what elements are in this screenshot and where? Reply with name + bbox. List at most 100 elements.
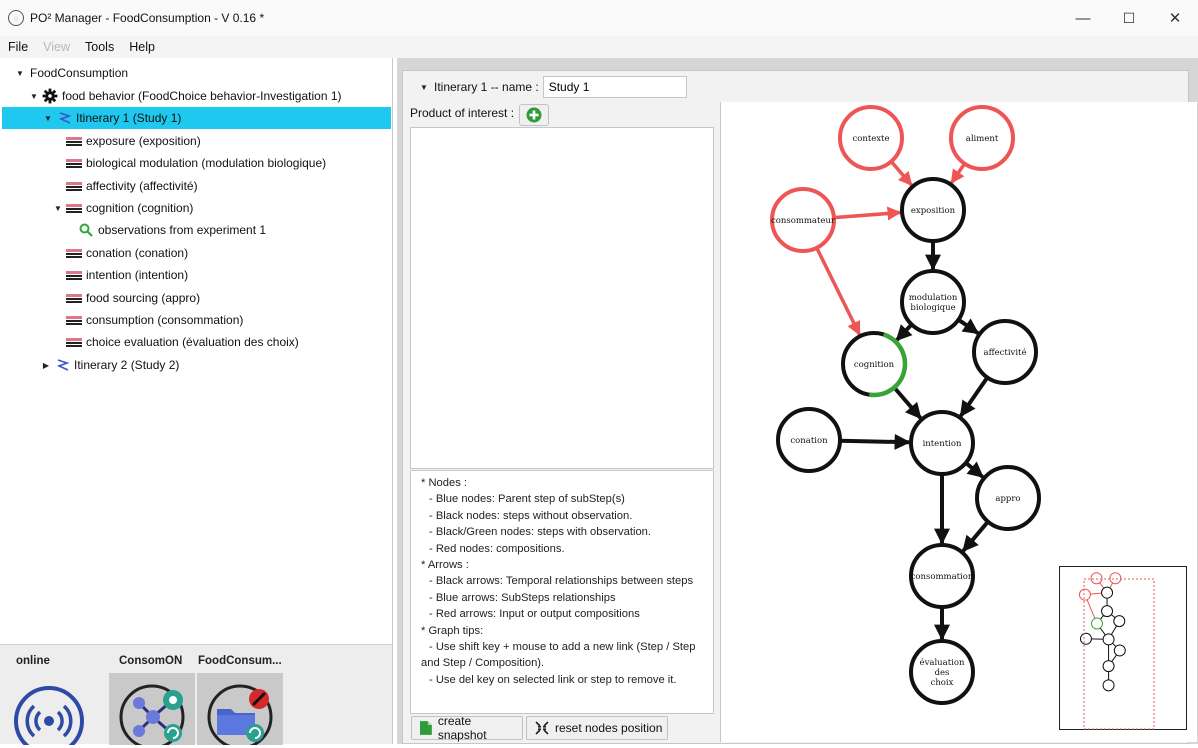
graph-edge-aliment-exposition[interactable] [950,162,967,184]
graph-node-label: aliment [966,134,999,144]
step-icon [66,181,82,191]
tree-itinerary-1[interactable]: ▼ Itinerary 1 (Study 1) [2,107,391,129]
tree-step-cognition[interactable]: ▼ cognition (cognition) [52,197,193,219]
tree-step-intention[interactable]: intention (intention) [66,264,188,286]
step-icon [66,158,82,168]
graph-edge-contexte-exposition[interactable] [889,160,913,187]
shrink-arrows-icon [535,721,549,735]
graph-node-affectivite[interactable]: affectivité [972,319,1038,385]
help-line: - Use del key on selected link or step t… [429,673,677,686]
menu-file[interactable]: File [8,40,28,54]
add-product-button[interactable] [519,104,549,126]
help-line: - Black arrows: Temporal relationships b… [429,575,694,588]
graph-edge-intention-appro[interactable] [964,461,984,479]
itinerary-name-input[interactable] [542,76,687,98]
graph-edge-modulation-affectivite[interactable] [957,318,980,335]
repo-online-button[interactable] [6,673,92,748]
expand-arrow-icon[interactable]: ▼ [418,83,430,92]
graph-node-cognition[interactable]: cognition [841,331,908,398]
expand-arrow-icon[interactable]: ▼ [28,92,40,101]
graph-node-modulation[interactable]: modulationbiologique [900,269,966,335]
graph-edge-affectivite-intention[interactable] [959,376,989,418]
reset-nodes-button[interactable]: reset nodes position [526,716,668,740]
minimap-node [1101,586,1114,599]
repo-consomon-button[interactable] [109,673,195,748]
graph-node-label: contexte [852,134,889,144]
product-of-interest-label: Product of interest : [410,106,515,120]
help-line: * Graph tips: [421,624,484,637]
tree-step-food-sourcing[interactable]: food sourcing (appro) [66,287,200,309]
graph-node-consommation[interactable]: consommation [909,543,975,609]
tree-step-choice-evaluation[interactable]: choice evaluation (évaluation des choix) [66,331,299,353]
minimap-canvas[interactable] [1060,567,1188,731]
help-line: and Step / Composition). [421,657,545,670]
menu-view[interactable]: View [43,40,70,54]
graph-edge-appro-consommation[interactable] [961,520,990,553]
step-icon [66,136,82,146]
graph-node-appro[interactable]: appro [975,465,1041,531]
graph-node-aliment[interactable]: aliment [949,105,1015,171]
graph-minimap[interactable] [1059,566,1187,730]
tree-step-affectivity[interactable]: affectivity (affectivité) [66,175,198,197]
itinerary-name-label: Itinerary 1 -- name : [434,80,539,94]
repo-foodconsumption-button[interactable] [197,673,283,748]
help-line: - Red arrows: Input or output compositio… [429,608,640,621]
help-line: - Use shift key + mouse to add a new lin… [429,641,696,654]
help-line: - Blue arrows: SubSteps relationships [429,591,616,604]
graph-node-label: des [935,668,950,678]
broadcast-icon [14,686,84,748]
product-list[interactable] [410,127,714,469]
minimap-node [1102,660,1115,673]
graph-node-conation[interactable]: conation [776,407,842,473]
maximize-button[interactable]: ☐ [1106,0,1152,36]
graph-node-label: biologique [910,303,955,313]
graph-node-intention[interactable]: intention [909,410,975,476]
step-icon [66,203,82,213]
step-icon [66,315,82,325]
graph-node-evaluation[interactable]: évaluationdeschoix [909,639,975,705]
step-icon [66,248,82,258]
tree-root-foodconsumption[interactable]: ▼ FoodConsumption [14,62,128,84]
tree-step-conation[interactable]: conation (conation) [66,242,188,264]
expand-arrow-icon[interactable]: ▼ [42,114,54,123]
help-line: - Black/Green nodes: steps with observat… [429,526,651,539]
repo-label-online: online [16,655,50,667]
tree-step-biological-modulation[interactable]: biological modulation (modulation biolog… [66,152,326,174]
minimize-button[interactable]: — [1060,0,1106,36]
graph-node-label: modulation [909,293,958,303]
tree-project-food-behavior[interactable]: ▼ food behavior (FoodChoice behavior-Inv… [28,85,342,107]
graph-edge-modulation-cognition[interactable] [895,323,914,342]
graph-node-exposition[interactable]: exposition [900,177,966,243]
tree-itinerary-2[interactable]: ▶ Itinerary 2 (Study 2) [40,354,179,376]
graph-node-consommateur[interactable]: consommateur [770,187,836,253]
tree-step-exposure[interactable]: exposure (exposition) [66,130,201,152]
help-line: - Black nodes: steps without observation… [429,509,633,522]
menu-help[interactable]: Help [129,40,155,54]
graph-edge-consommateur-cognition[interactable] [815,247,861,336]
repo-label-consomon: ConsomON [119,655,183,667]
graph-edge-cognition-intention[interactable] [892,386,922,420]
expand-arrow-icon[interactable]: ▼ [52,204,64,213]
graph-node-contexte[interactable]: contexte [838,105,904,171]
graph-node-label: consommation [911,572,974,582]
graph-edge-conation-intention[interactable] [839,433,911,450]
step-icon [66,337,82,347]
app-logo-icon: ◌ [8,10,24,26]
repo-label-foodconsum: FoodConsum... [198,655,282,667]
help-line: * Arrows : [421,559,469,572]
graph-node-label: choix [931,678,954,688]
step-icon [66,270,82,280]
menu-bar: File View Tools Help [0,36,1198,58]
graph-edge-consommateur-exposition[interactable] [833,206,902,221]
tree-step-consumption[interactable]: consumption (consommation) [66,309,243,331]
close-button[interactable]: ✕ [1152,0,1198,36]
menu-tools[interactable]: Tools [85,40,114,54]
project-tree: ▼ FoodConsumption ▼ food behavior (FoodC… [0,58,393,644]
plus-circle-icon [526,107,542,123]
collapse-arrow-icon[interactable]: ▶ [40,361,52,370]
create-snapshot-button[interactable]: create snapshot [411,714,523,742]
expand-arrow-icon[interactable]: ▼ [14,69,26,78]
tree-observation-experiment-1[interactable]: observations from experiment 1 [78,219,266,241]
graph-node-label: intention [923,439,962,449]
help-line: - Red nodes: compositions. [429,542,565,555]
